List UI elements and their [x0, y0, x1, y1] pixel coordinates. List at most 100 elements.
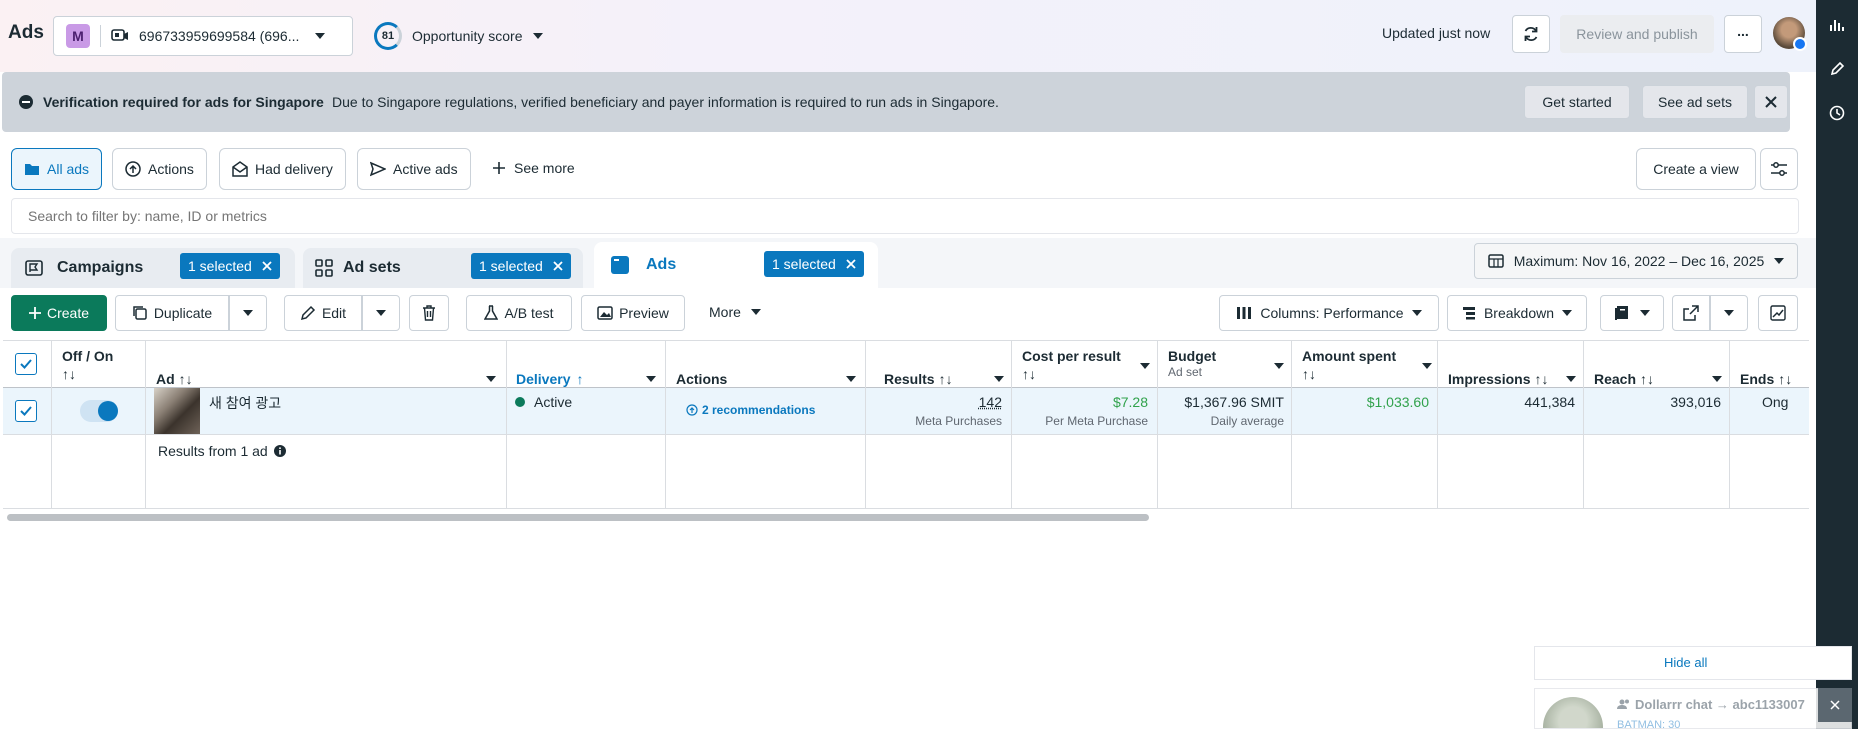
chevron-down-icon	[750, 309, 761, 315]
see-more-views[interactable]: See more	[492, 160, 575, 176]
sort-icon: ↑↓	[178, 371, 193, 387]
header-label: Budget	[1168, 348, 1217, 364]
view-active-ads[interactable]: Active ads	[357, 148, 471, 190]
more-actions-button[interactable]: More	[709, 304, 761, 320]
header-label: Reach	[1594, 371, 1637, 387]
ad-toggle[interactable]	[80, 400, 118, 422]
duplicate-dropdown-button[interactable]	[229, 295, 267, 331]
opportunity-score-label: Opportunity score	[412, 28, 523, 44]
chat-preview-card[interactable]: Dollarrr chat → abc1133007 BATMAN: 30	[1534, 688, 1852, 729]
edit-button[interactable]: Edit	[284, 295, 362, 331]
page-title: Ads	[8, 22, 44, 43]
columns-icon	[1236, 306, 1252, 320]
chevron-down-icon[interactable]	[994, 376, 1004, 382]
col-header-ad[interactable]: Ad ↑↓	[156, 355, 496, 403]
more-options-button[interactable]: ...	[1724, 15, 1762, 53]
chart-icon[interactable]	[1829, 17, 1845, 33]
header-sublabel: Ad set	[1168, 365, 1203, 379]
ends-value: Ong	[1762, 394, 1789, 410]
review-and-publish-button[interactable]: Review and publish	[1560, 15, 1714, 53]
duplicate-icon	[132, 305, 148, 321]
pencil-icon[interactable]	[1829, 61, 1845, 77]
close-icon[interactable]	[846, 259, 856, 269]
chevron-down-icon[interactable]	[1140, 363, 1150, 369]
budget-value: $1,367.96 SMIT	[1184, 394, 1284, 410]
close-banner-button[interactable]	[1754, 85, 1788, 119]
badge-label: 1 selected	[772, 256, 836, 272]
duplicate-label: Duplicate	[153, 305, 213, 321]
divider	[1583, 340, 1584, 508]
row-checkbox[interactable]	[15, 400, 37, 422]
flask-icon	[484, 305, 499, 321]
check-icon	[20, 359, 32, 369]
get-started-button[interactable]: Get started	[1524, 85, 1630, 119]
ad-thumbnail[interactable]	[154, 388, 200, 434]
chevron-down-icon[interactable]	[846, 376, 856, 382]
select-all-checkbox[interactable]	[15, 353, 37, 375]
view-had-delivery[interactable]: Had delivery	[219, 148, 346, 190]
trend-chart-icon	[1770, 305, 1786, 321]
create-button[interactable]: Create	[11, 295, 107, 331]
ad-name[interactable]: 새 참여 광고	[209, 393, 281, 413]
clock-icon[interactable]	[1829, 105, 1845, 121]
more-label: More	[709, 304, 741, 320]
chevron-down-icon[interactable]	[486, 376, 496, 382]
account-avatar: M	[66, 24, 90, 48]
chevron-down-icon[interactable]	[1712, 376, 1722, 382]
search-bar[interactable]	[11, 198, 1799, 234]
close-icon[interactable]	[553, 261, 563, 271]
sort-icon: ↑↓	[938, 371, 953, 387]
col-header-budget[interactable]: Budget Ad set	[1168, 347, 1284, 395]
close-icon[interactable]	[262, 261, 272, 271]
charts-button[interactable]	[1758, 295, 1798, 331]
delete-button[interactable]	[409, 295, 449, 331]
results-summary: Results from 1 ad	[158, 443, 286, 459]
col-header-actions[interactable]: Actions	[676, 355, 856, 403]
view-actions[interactable]: Actions	[112, 148, 207, 190]
edit-dropdown-button[interactable]	[362, 295, 400, 331]
date-range-picker[interactable]: Maximum: Nov 16, 2022 – Dec 16, 2025	[1474, 243, 1798, 279]
see-ad-sets-button[interactable]: See ad sets	[1642, 85, 1748, 119]
ab-test-button[interactable]: A/B test	[466, 295, 572, 331]
results-value[interactable]: 142	[934, 394, 1002, 410]
export-button[interactable]	[1672, 295, 1710, 331]
chevron-down-icon[interactable]	[1422, 363, 1432, 369]
tab-label: Ads	[646, 256, 677, 273]
header-label: Off / On	[62, 348, 114, 364]
horizontal-scrollbar[interactable]	[7, 514, 1149, 521]
divider	[1291, 340, 1292, 508]
delivery-status: Active	[534, 394, 573, 410]
col-header-off-on[interactable]: Off / On ↑↓	[62, 347, 113, 395]
campaigns-selected-badge[interactable]: 1 selected	[180, 253, 280, 279]
chevron-down-icon[interactable]	[646, 376, 656, 382]
chevron-down-icon[interactable]	[1274, 363, 1284, 369]
export-dropdown-button[interactable]	[1710, 295, 1748, 331]
ad-icon	[610, 255, 630, 275]
opportunity-score-button[interactable]: 81 Opportunity score	[374, 20, 543, 52]
view-all-ads[interactable]: All ads	[11, 148, 103, 190]
customize-views-button[interactable]	[1760, 148, 1798, 190]
preview-button[interactable]: Preview	[581, 295, 685, 331]
refresh-button[interactable]	[1512, 15, 1550, 53]
info-icon[interactable]	[273, 445, 286, 457]
avatar[interactable]	[1773, 17, 1807, 51]
ad-sets-selected-badge[interactable]: 1 selected	[471, 253, 571, 279]
divider	[506, 340, 507, 508]
hide-all-chats-link[interactable]: Hide all	[1664, 655, 1707, 670]
recommendations-link[interactable]: 2 recommendations	[686, 403, 815, 417]
divider	[51, 340, 52, 508]
close-chat-button[interactable]	[1818, 688, 1852, 722]
banner-message: Due to Singapore regulations, verified b…	[332, 94, 999, 110]
search-input[interactable]	[28, 208, 1798, 224]
ads-selected-badge[interactable]: 1 selected	[764, 251, 864, 277]
create-view-button[interactable]: Create a view	[1636, 148, 1756, 190]
duplicate-button[interactable]: Duplicate	[115, 295, 229, 331]
account-selector[interactable]: M 696733959699584 (696...	[53, 16, 353, 56]
breakdown-button[interactable]: Breakdown	[1447, 295, 1587, 331]
delivery-status-dot	[515, 397, 525, 407]
columns-button[interactable]: Columns: Performance	[1219, 295, 1439, 331]
reports-button[interactable]	[1600, 295, 1664, 331]
col-header-cost-per-result[interactable]: Cost per result ↑↓	[1022, 347, 1150, 395]
chevron-down-icon[interactable]	[1566, 376, 1576, 382]
col-header-amount-spent[interactable]: Amount spent ↑↓	[1302, 347, 1432, 395]
